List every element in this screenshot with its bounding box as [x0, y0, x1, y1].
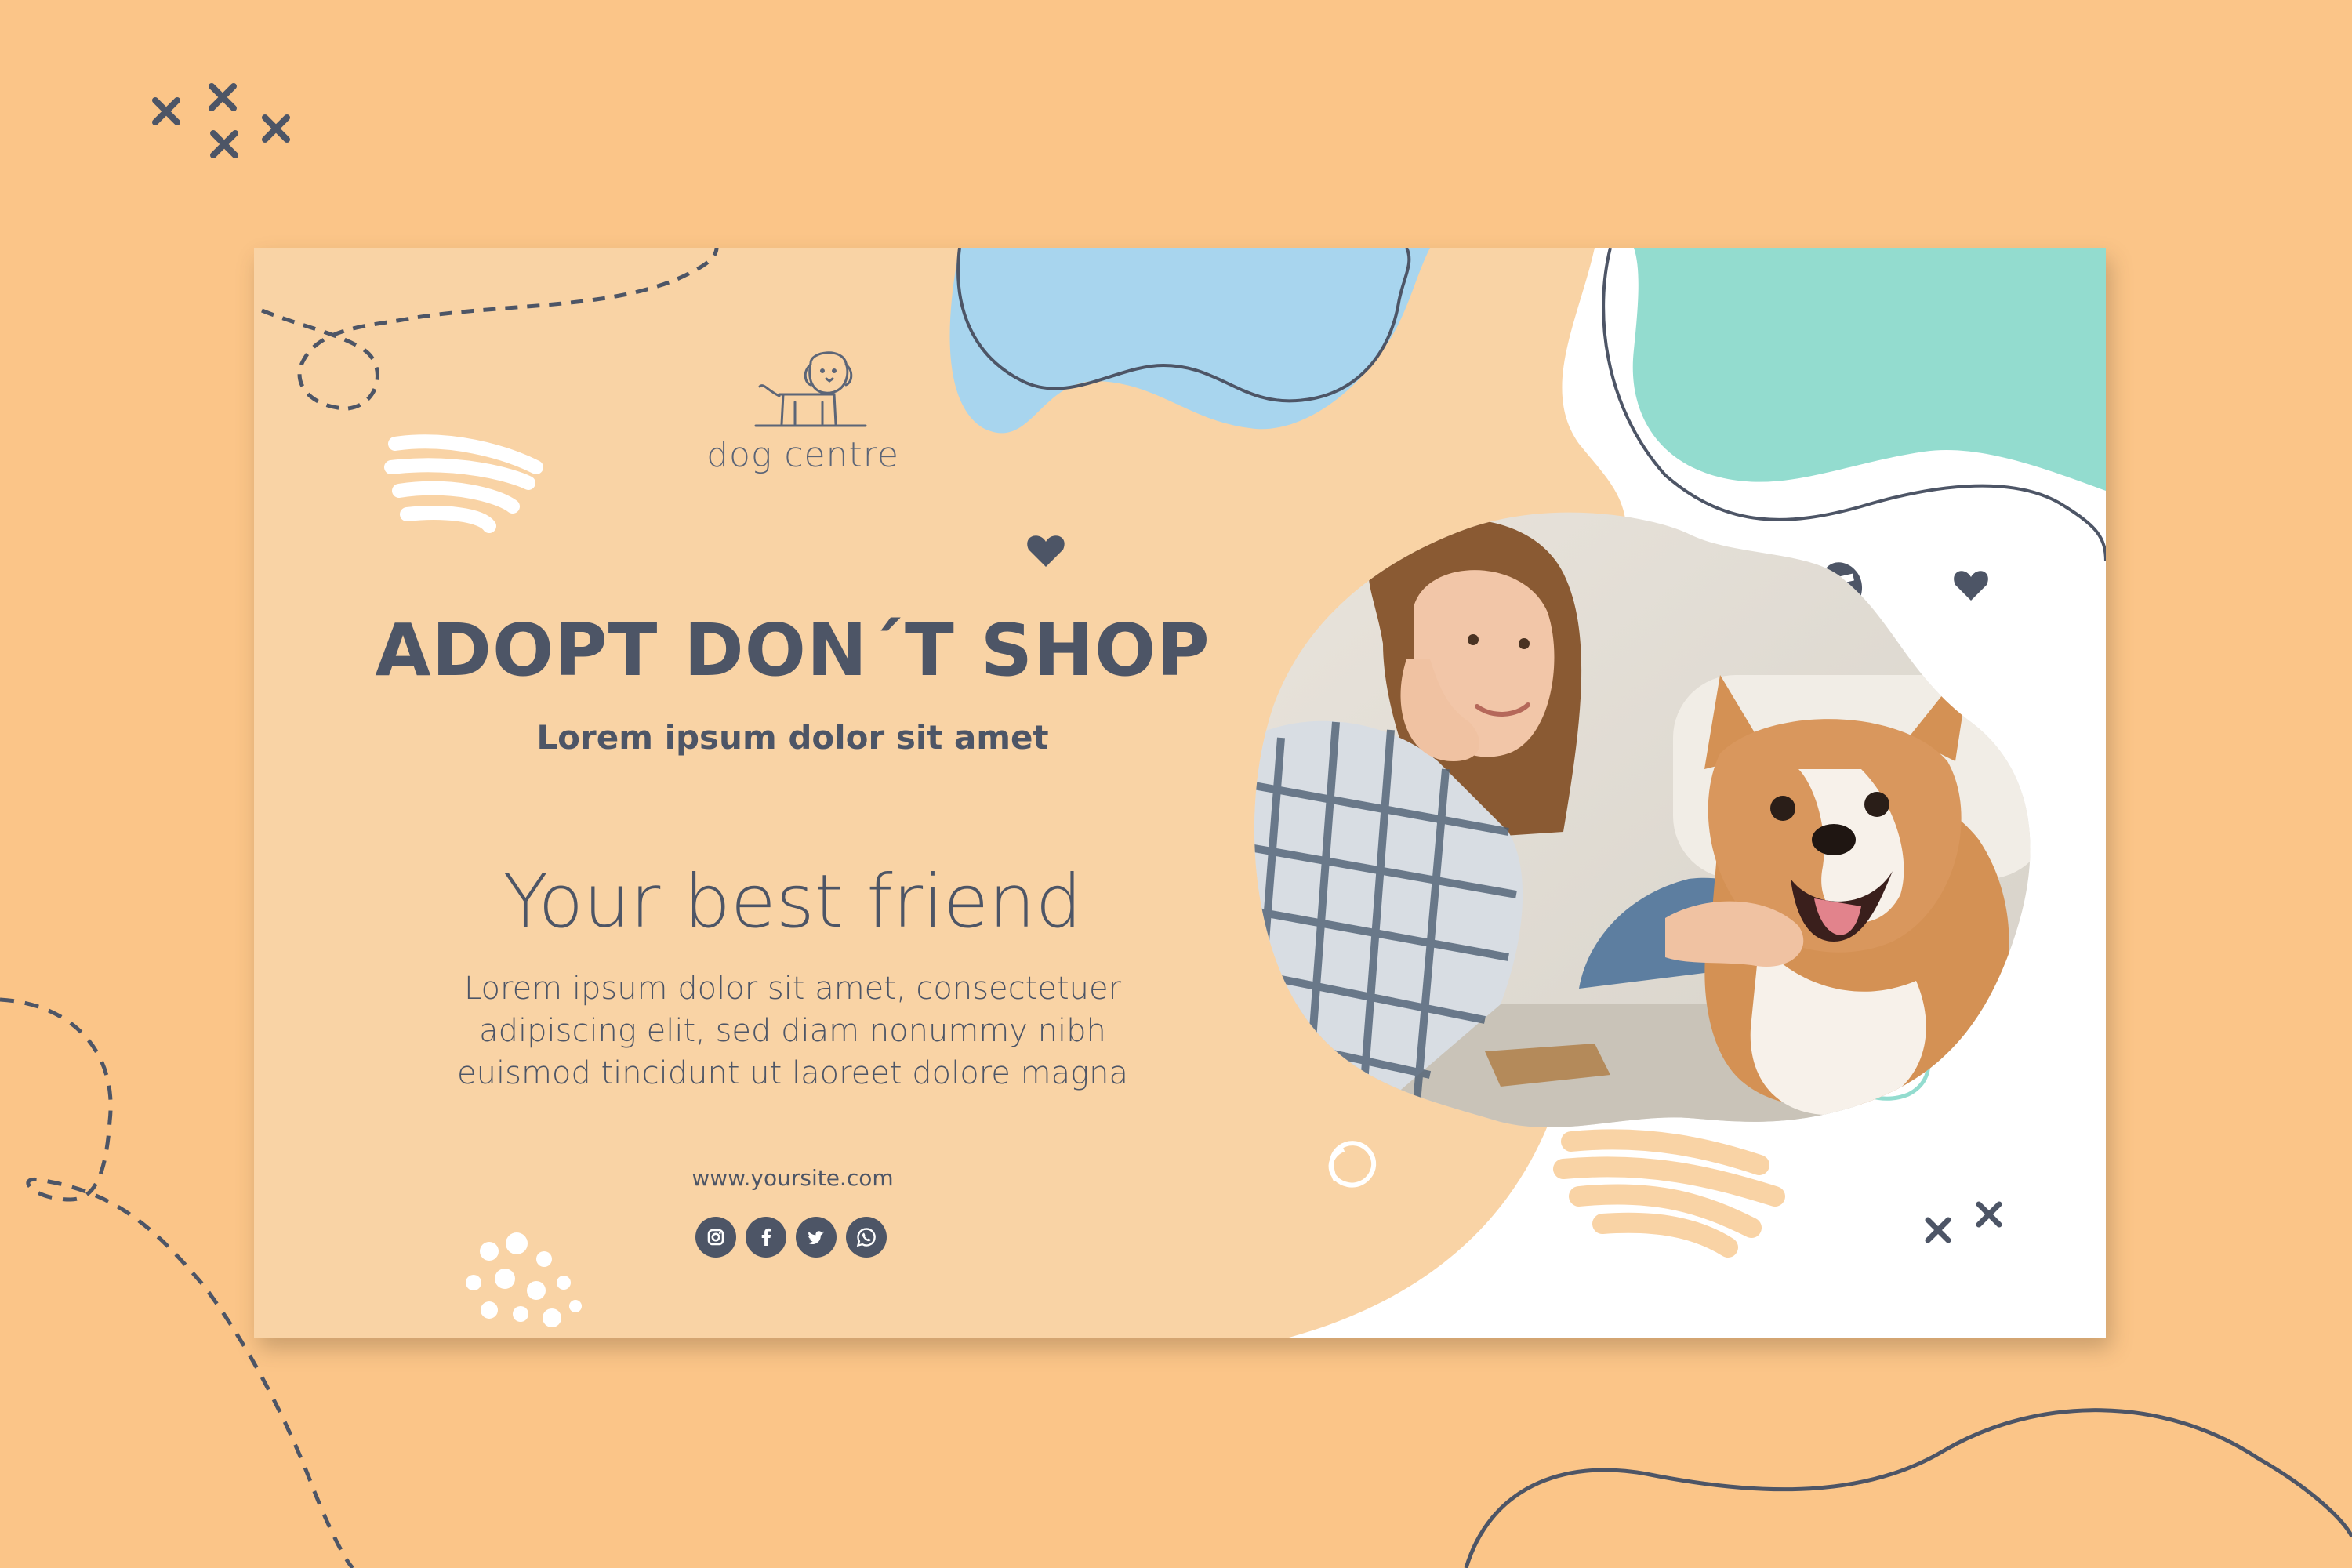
- small-heart-icon: [1027, 535, 1065, 567]
- blue-blob: [949, 248, 1430, 434]
- wavy-line: [1464, 1408, 2352, 1568]
- logo: dog centre: [646, 347, 960, 481]
- white-scribble: [384, 434, 543, 533]
- twitter-icon[interactable]: [796, 1217, 837, 1258]
- dot-cluster: [466, 1232, 582, 1327]
- mint-blob: [1632, 248, 2106, 491]
- social-icons: [695, 1217, 899, 1262]
- tagline: Your best friend: [503, 859, 1083, 945]
- banner-card: dog centre ADOPT DON´T SHOP Lorem ipsum …: [254, 248, 2106, 1338]
- cross-marks: [152, 83, 290, 158]
- headline: ADOPT DON´T SHOP: [375, 608, 1210, 692]
- subheadline: Lorem ipsum dolor sit amet: [536, 718, 1049, 757]
- dog-logo-icon: [754, 351, 867, 427]
- body-copy: Lorem ipsum dolor sit amet, consectetuer…: [254, 967, 1331, 1094]
- website-link[interactable]: www.yoursite.com: [254, 1165, 1331, 1191]
- swirl-white: [1328, 1141, 1377, 1188]
- facebook-icon[interactable]: [746, 1217, 786, 1258]
- body-line: euismod tincidunt ut laoreet dolore magn…: [457, 1055, 1128, 1091]
- logo-text: dog centre: [706, 435, 899, 475]
- whatsapp-icon[interactable]: [846, 1217, 887, 1258]
- body-line: adipiscing elit, sed diam nonummy nibh: [479, 1013, 1106, 1049]
- hero-photo: [1254, 512, 2031, 1127]
- instagram-icon[interactable]: [695, 1217, 736, 1258]
- body-line: Lorem ipsum dolor sit amet, consectetuer: [463, 971, 1122, 1007]
